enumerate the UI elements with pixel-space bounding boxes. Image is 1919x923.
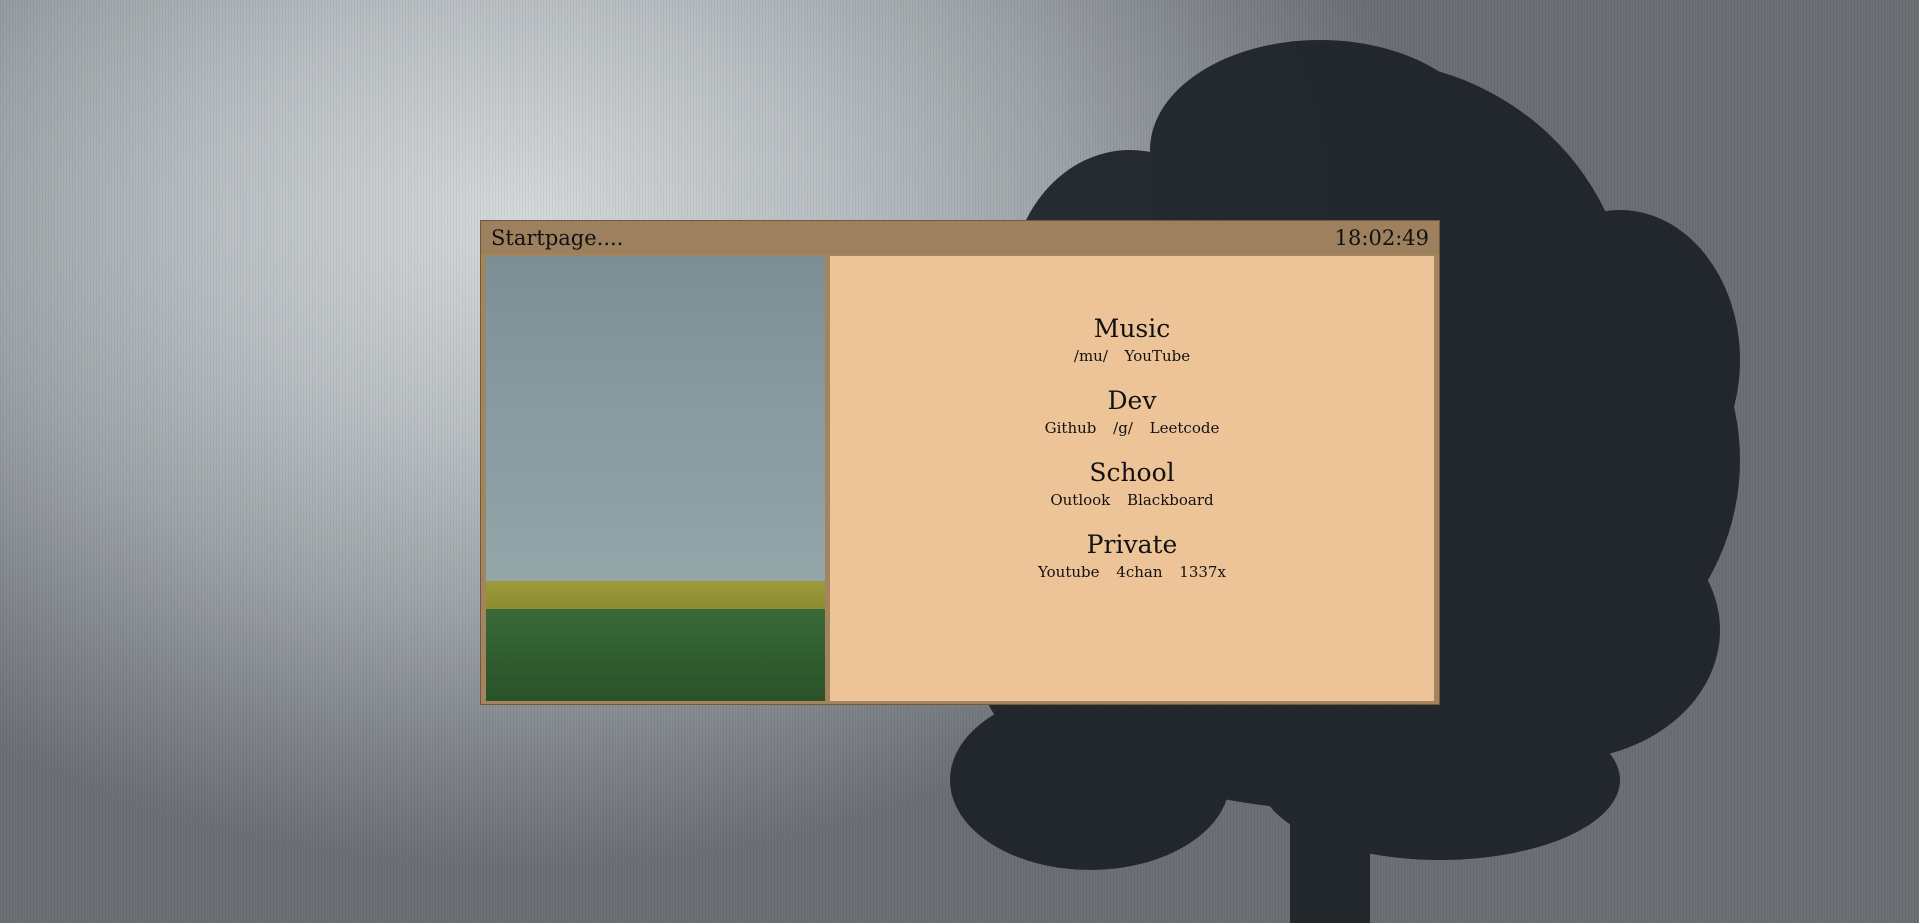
startpage-window: Startpage.... 18:02:49 Music /mu/ YouTub… (480, 220, 1440, 705)
link-4chan[interactable]: 4chan (1116, 563, 1162, 581)
section-links: Outlook Blackboard (830, 490, 1434, 510)
section-links: /mu/ YouTube (830, 346, 1434, 366)
link-leetcode[interactable]: Leetcode (1150, 419, 1220, 437)
section-title: Dev (1107, 386, 1157, 415)
section-dev: Dev Github /g/ Leetcode (830, 386, 1434, 438)
section-music: Music /mu/ YouTube (830, 314, 1434, 366)
link-github[interactable]: Github (1045, 419, 1097, 437)
section-links: Youtube 4chan 1337x (830, 562, 1434, 582)
link-outlook[interactable]: Outlook (1050, 491, 1110, 509)
yellow-field (486, 581, 825, 611)
link-1337x[interactable]: 1337x (1179, 563, 1226, 581)
clock: 18:02:49 (1334, 226, 1429, 250)
link-youtube-private[interactable]: Youtube (1038, 563, 1099, 581)
links-panel: Music /mu/ YouTube Dev Github /g/ Leetco… (830, 256, 1434, 701)
sky (486, 256, 825, 581)
title-bar: Startpage.... 18:02:49 (481, 221, 1439, 254)
section-links: Github /g/ Leetcode (830, 418, 1434, 438)
section-title: Music (1093, 314, 1171, 343)
link-youtube-music[interactable]: YouTube (1125, 347, 1190, 365)
section-title: School (1089, 458, 1175, 487)
section-title: Private (1086, 530, 1178, 559)
link-g[interactable]: /g/ (1113, 419, 1133, 437)
link-mu[interactable]: /mu/ (1074, 347, 1108, 365)
section-private: Private Youtube 4chan 1337x (830, 530, 1434, 582)
landscape-image (486, 256, 825, 701)
link-blackboard[interactable]: Blackboard (1127, 491, 1214, 509)
page-title: Startpage.... (491, 226, 624, 250)
green-field (486, 609, 825, 701)
section-school: School Outlook Blackboard (830, 458, 1434, 510)
